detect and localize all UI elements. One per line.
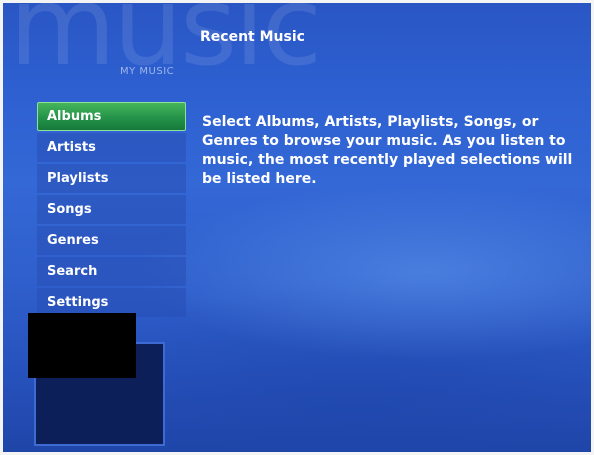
description-text: Select Albums, Artists, Playlists, Songs… bbox=[202, 114, 573, 187]
menu-item-albums[interactable]: Albums bbox=[37, 102, 186, 131]
section-title: MY MUSIC bbox=[120, 66, 175, 77]
media-center-screen: music MY MUSIC Recent Music Albums Artis… bbox=[3, 3, 591, 452]
menu-item-genres[interactable]: Genres bbox=[37, 226, 186, 255]
menu-item-search[interactable]: Search bbox=[37, 257, 186, 286]
menu-item-songs[interactable]: Songs bbox=[37, 195, 186, 224]
menu-item-playlists[interactable]: Playlists bbox=[37, 164, 186, 193]
page-title: Recent Music bbox=[200, 29, 305, 45]
redaction-box bbox=[28, 313, 136, 378]
music-menu: Albums Artists Playlists Songs Genres Se… bbox=[37, 102, 186, 319]
menu-item-artists[interactable]: Artists bbox=[37, 133, 186, 162]
